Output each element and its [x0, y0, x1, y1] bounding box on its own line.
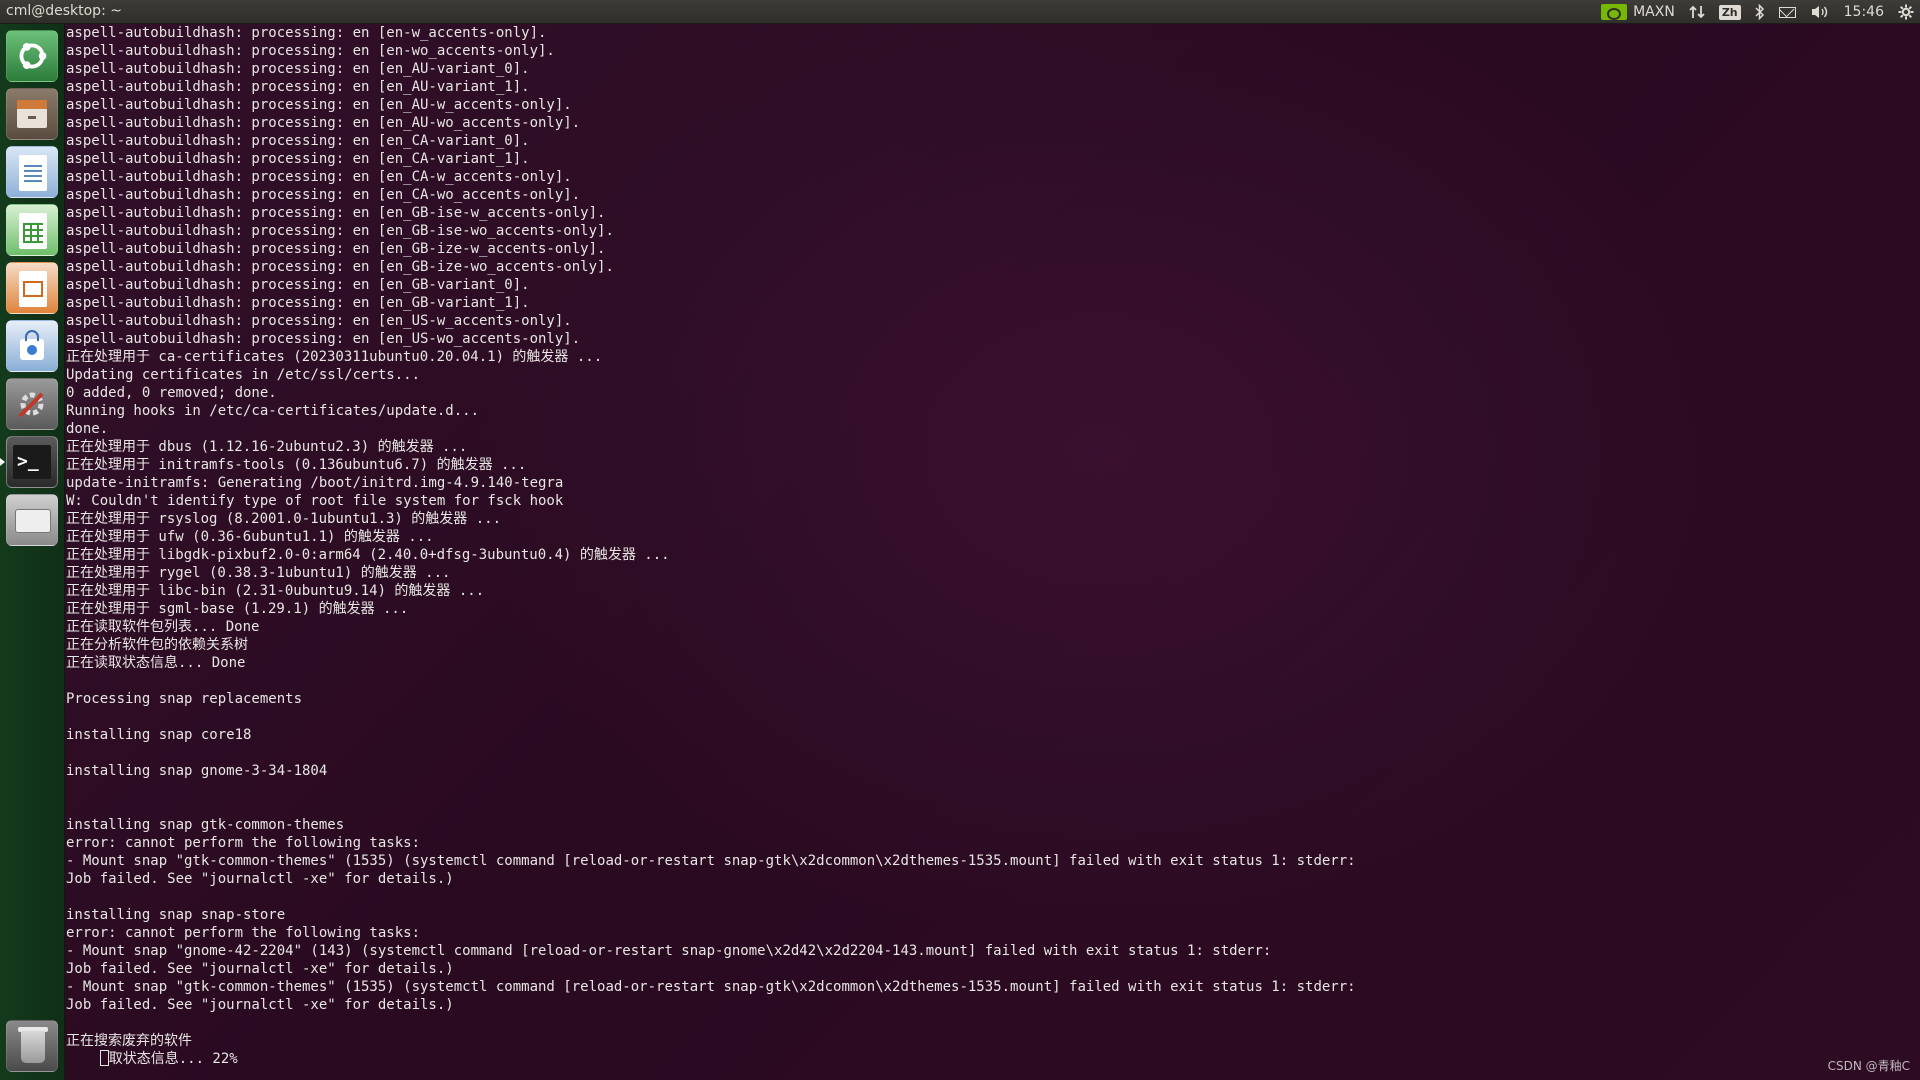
terminal-line: Job failed. See "journalctl -xe" for det…	[66, 871, 454, 887]
terminal-line: 正在分析软件包的依赖关系树	[66, 637, 248, 653]
terminal-line: - Mount snap "gtk-common-themes" (1535) …	[66, 853, 1356, 869]
software-store-button[interactable]	[6, 320, 58, 372]
terminal-line: 正在读取状态信息... Done	[66, 655, 246, 671]
volume-icon[interactable]	[1810, 4, 1830, 20]
window-title: cml@desktop: ~	[6, 3, 122, 19]
wrench-gear-icon	[7, 379, 57, 429]
terminal-line: Job failed. See "journalctl -xe" for det…	[66, 997, 454, 1013]
terminal-line: aspell-autobuildhash: processing: en [en…	[66, 115, 581, 131]
terminal-line: 正在处理用于 ca-certificates (20230311ubuntu0.…	[66, 349, 603, 365]
terminal-line: aspell-autobuildhash: processing: en [en…	[66, 295, 530, 311]
terminal-line: 正在读取软件包列表... Done	[66, 619, 260, 635]
ubuntu-logo-icon	[19, 43, 47, 69]
terminal-line: error: cannot perform the following task…	[66, 925, 421, 941]
terminal-line: aspell-autobuildhash: processing: en [en…	[66, 223, 614, 239]
terminal-prompt-glyph: >_	[17, 451, 39, 472]
top-panel: cml@desktop: ~ MAXN Zh 15:46	[0, 0, 1920, 24]
indicator-area: MAXN Zh 15:46	[1601, 0, 1914, 24]
terminal-line: 0 added, 0 removed; done.	[66, 385, 277, 401]
terminal-line: aspell-autobuildhash: processing: en [en…	[66, 43, 555, 59]
writer-document-icon	[19, 155, 47, 191]
terminal-line: 正在处理用于 libgdk-pixbuf2.0-0:arm64 (2.40.0+…	[66, 547, 670, 563]
terminal-line: aspell-autobuildhash: processing: en [en…	[66, 133, 530, 149]
terminal-line: installing snap core18	[66, 727, 252, 743]
terminal-line: W: Couldn't identify type of root file s…	[66, 493, 564, 509]
terminal-line: installing snap gtk-common-themes	[66, 817, 345, 833]
terminal-line: aspell-autobuildhash: processing: en [en…	[66, 97, 572, 113]
terminal-line: aspell-autobuildhash: processing: en [en…	[66, 331, 581, 347]
drive-button[interactable]	[6, 494, 58, 546]
terminal-line: Job failed. See "journalctl -xe" for det…	[66, 961, 454, 977]
terminal-line: aspell-autobuildhash: processing: en [en…	[66, 241, 606, 257]
terminal-line: 正在处理用于 dbus (1.12.16-2ubuntu2.3) 的触发器 ..…	[66, 439, 468, 455]
terminal-button[interactable]: >_	[6, 436, 58, 488]
terminal-line: 正在处理用于 initramfs-tools (0.136ubuntu6.7) …	[66, 457, 527, 473]
terminal-line: - Mount snap "gnome-42-2204" (143) (syst…	[66, 943, 1272, 959]
nvidia-power-indicator[interactable]: MAXN	[1601, 4, 1675, 20]
settings-gear-icon[interactable]	[1898, 4, 1914, 20]
libreoffice-calc-button[interactable]	[6, 204, 58, 256]
terminal-line: 正在处理用于 libc-bin (2.31-0ubuntu9.14) 的触发器 …	[66, 583, 485, 599]
files-button[interactable]	[6, 88, 58, 140]
nvidia-icon	[1601, 4, 1628, 20]
bluetooth-icon[interactable]	[1755, 4, 1765, 20]
terminal-line: aspell-autobuildhash: processing: en [en…	[66, 79, 530, 95]
input-method-icon[interactable]: Zh	[1718, 4, 1741, 20]
terminal-line: 正在搜索废弃的软件	[66, 1033, 192, 1049]
terminal-line: - Mount snap "gtk-common-themes" (1535) …	[66, 979, 1356, 995]
clock[interactable]: 15:46	[1844, 4, 1884, 20]
terminal-line: 正在处理用于 sgml-base (1.29.1) 的触发器 ...	[66, 601, 409, 617]
terminal-progress-line: 取状态信息... 22%	[66, 1050, 1920, 1068]
terminal-line: 正在处理用于 ufw (0.36-6ubuntu1.1) 的触发器 ...	[66, 529, 434, 545]
network-arrows-icon[interactable]	[1689, 4, 1705, 20]
terminal-line: aspell-autobuildhash: processing: en [en…	[66, 187, 581, 203]
terminal-line: Processing snap replacements	[66, 691, 303, 707]
terminal-line: done.	[66, 421, 109, 437]
power-mode-label: MAXN	[1633, 4, 1675, 20]
terminal-line: 正在处理用于 rsyslog (8.2001.0-1ubuntu1.3) 的触发…	[66, 511, 502, 527]
dash-button[interactable]	[6, 30, 58, 82]
terminal-line: Updating certificates in /etc/ssl/certs.…	[66, 367, 421, 383]
libreoffice-writer-button[interactable]	[6, 146, 58, 198]
terminal-line: aspell-autobuildhash: processing: en [en…	[66, 259, 614, 275]
mail-icon[interactable]	[1778, 6, 1796, 18]
mail-envelope-icon	[1778, 6, 1796, 18]
progress-text: 取状态信息... 22%	[108, 1051, 238, 1067]
terminal-line: aspell-autobuildhash: processing: en [en…	[66, 61, 530, 77]
libreoffice-impress-button[interactable]	[6, 262, 58, 314]
system-settings-button[interactable]	[6, 378, 58, 430]
terminal-line: 正在处理用于 rygel (0.38.3-1ubuntu1) 的触发器 ...	[66, 565, 451, 581]
watermark: CSDN @青釉C	[1827, 1059, 1910, 1073]
active-app-indicator	[0, 458, 5, 466]
terminal-line: aspell-autobuildhash: processing: en [en…	[66, 25, 547, 41]
terminal-line: aspell-autobuildhash: processing: en [en…	[66, 277, 530, 293]
terminal-line: error: cannot perform the following task…	[66, 835, 421, 851]
terminal-line: update-initramfs: Generating /boot/initr…	[66, 475, 564, 491]
progress-indent	[66, 1051, 100, 1067]
launcher: >_	[0, 24, 65, 1080]
file-cabinet-icon	[7, 89, 57, 139]
shopping-bag-icon	[7, 321, 57, 371]
terminal-line: installing snap gnome-3-34-1804	[66, 763, 328, 779]
terminal-line: aspell-autobuildhash: processing: en [en…	[66, 205, 606, 221]
terminal-output[interactable]: aspell-autobuildhash: processing: en [en…	[66, 24, 1920, 1080]
terminal-line: Running hooks in /etc/ca-certificates/up…	[66, 403, 480, 419]
terminal-line: installing snap snap-store	[66, 907, 286, 923]
drive-icon	[15, 509, 51, 533]
terminal-line: aspell-autobuildhash: processing: en [en…	[66, 313, 572, 329]
input-method-label: Zh	[1718, 4, 1741, 20]
terminal-cursor	[99, 1050, 109, 1066]
terminal-line: aspell-autobuildhash: processing: en [en…	[66, 169, 572, 185]
terminal-line: aspell-autobuildhash: processing: en [en…	[66, 151, 530, 167]
trash-button[interactable]	[6, 1020, 58, 1072]
